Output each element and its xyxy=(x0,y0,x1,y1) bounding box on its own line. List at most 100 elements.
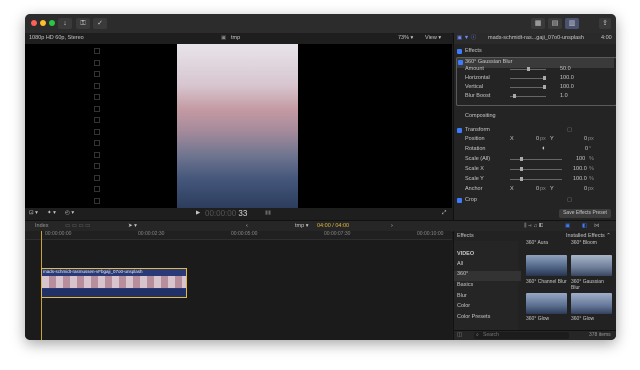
param-slider[interactable] xyxy=(510,78,546,79)
ruler-tick: 00:00:10:00 xyxy=(417,231,444,237)
view-menu[interactable]: View ▾ xyxy=(425,35,441,42)
video-inspector-icon[interactable]: ▣ ▼ ⓘ xyxy=(457,35,476,42)
category-item[interactable]: 360° xyxy=(454,271,521,281)
scale-y-slider[interactable] xyxy=(510,179,562,180)
param-value[interactable]: 100.0 xyxy=(560,84,574,91)
search-input[interactable]: ⌕ Search xyxy=(474,332,569,339)
scale-all-knob[interactable] xyxy=(520,157,523,161)
param-slider-knob[interactable] xyxy=(513,94,517,98)
back-arrow-icon[interactable]: ‹ xyxy=(246,223,248,230)
scale-x-slider[interactable] xyxy=(510,169,562,170)
inspector: ▣ ▼ ⓘ mads-schmidt-ras...gaji_07o0-unspl… xyxy=(453,33,616,220)
transitions-icon[interactable]: ⋈ xyxy=(594,223,600,230)
rotation-value[interactable]: 0 xyxy=(585,146,588,153)
forward-arrow-icon[interactable]: › xyxy=(391,223,393,230)
edit-buttons-icon[interactable]: ▭ ▭ ▭ ▭ xyxy=(65,223,90,230)
scale-all-slider[interactable] xyxy=(510,159,562,160)
items-count: 378 items xyxy=(589,332,611,338)
zoom-menu[interactable]: 73% ▾ xyxy=(398,35,413,42)
scale-y-knob[interactable] xyxy=(520,177,523,181)
timeline-ruler[interactable]: 00:00:00:00 00:00:02:30 00:00:05:00 00:0… xyxy=(25,231,452,240)
ruler-tick: 00:00:00:00 xyxy=(45,231,72,237)
scale-x-value[interactable]: 100.0 xyxy=(573,166,587,173)
installed-effects-label: Installed Effects xyxy=(566,233,605,239)
transform-tool-icon[interactable]: ⊡ ▾ xyxy=(29,210,38,217)
param-label: Blur Boost xyxy=(465,93,491,99)
inspector-icon[interactable]: ▥ xyxy=(565,18,579,29)
viewer[interactable] xyxy=(25,44,452,208)
anchor-y-value[interactable]: 0 xyxy=(584,186,587,193)
transform-onscreen-icon[interactable]: ▢ xyxy=(567,127,572,134)
checkmark-icon[interactable]: ✓ xyxy=(93,18,107,29)
crop-section[interactable]: Crop ▢ xyxy=(454,196,616,206)
rotation-dial-icon[interactable]: ◐ xyxy=(542,145,546,152)
position-x-value[interactable]: 0 xyxy=(536,136,539,143)
clip-appearance-icon[interactable]: ▣ xyxy=(565,223,570,230)
category-item[interactable]: All xyxy=(457,261,521,271)
crop-checkbox[interactable] xyxy=(457,198,462,203)
param-slider[interactable] xyxy=(510,87,546,88)
ruler-tick: 00:00:05:00 xyxy=(231,231,258,237)
effect-param-row[interactable]: Blur Boost 1.0 xyxy=(454,92,616,102)
installed-effects-menu[interactable]: Installed Effects ⌃ xyxy=(566,233,611,240)
anchor-x-value[interactable]: 0 xyxy=(536,186,539,193)
rotation-label: Rotation xyxy=(465,146,486,152)
transform-section[interactable]: Transform ▢ xyxy=(454,126,616,136)
titlebar: ↓ ⚿ ✓ ▦ ▤ ▥ ⇪ xyxy=(25,14,616,34)
enhance-icon[interactable]: ✦ ▾ xyxy=(47,210,56,217)
filmstrip-hole xyxy=(94,163,100,169)
category-item[interactable]: Color xyxy=(457,303,521,313)
timeline-clip[interactable]: mads-schmidt-rasmussen-vFbgaji_07o0-unsp… xyxy=(41,268,187,298)
effects-section[interactable]: Effects xyxy=(454,47,616,57)
filmstrip-hole xyxy=(94,140,100,146)
timeline[interactable]: 00:00:00:00 00:00:02:30 00:00:05:00 00:0… xyxy=(25,231,452,340)
param-label: Vertical xyxy=(465,84,484,90)
project-menu[interactable]: tmp ▾ xyxy=(295,223,308,230)
effects-browser-icon[interactable]: ◧ xyxy=(582,223,587,230)
share-icon[interactable]: ⇪ xyxy=(599,18,611,29)
effects-checkbox[interactable] xyxy=(457,49,462,54)
index-button[interactable]: Index xyxy=(35,223,48,230)
effect-thumb[interactable] xyxy=(526,255,567,276)
save-preset-button[interactable]: Save Effects Preset xyxy=(559,209,611,218)
clip-audio xyxy=(42,289,186,297)
speed-icon[interactable]: ◴ ▾ xyxy=(65,210,74,217)
param-slider-knob[interactable] xyxy=(526,67,530,71)
timeline-view-icons[interactable]: ⫼ ⊣ ♫ ◧ xyxy=(524,223,543,230)
compositing-label[interactable]: Compositing xyxy=(465,113,496,120)
fullscreen-icon[interactable]: ⤢ xyxy=(442,210,446,217)
param-value[interactable]: 100.0 xyxy=(560,75,574,82)
audio-meter-icon: ▮▮ xyxy=(265,210,272,216)
param-slider-knob[interactable] xyxy=(543,85,546,89)
category-item[interactable]: Color Presets xyxy=(457,314,521,324)
position-y-value[interactable]: 0 xyxy=(584,136,587,143)
play-button[interactable]: ▶ xyxy=(196,210,200,217)
position-x-unit: px xyxy=(540,136,546,142)
param-slider-knob[interactable] xyxy=(543,76,546,80)
sidebar-toggle-icon[interactable]: ◫ xyxy=(457,332,462,339)
import-icon[interactable]: ↓ xyxy=(58,18,72,29)
key-icon[interactable]: ⚿ xyxy=(76,18,90,29)
minimize-dot[interactable] xyxy=(40,20,46,26)
search-placeholder: Search xyxy=(483,332,499,338)
scale-all-unit: % xyxy=(589,156,594,162)
scale-all-value[interactable]: 100 xyxy=(576,156,585,163)
param-value[interactable]: 1.0 xyxy=(560,93,568,100)
param-value[interactable]: 50.0 xyxy=(560,66,571,73)
zoom-dot[interactable] xyxy=(49,20,55,26)
close-dot[interactable] xyxy=(31,20,37,26)
category-item[interactable]: Blur xyxy=(457,293,521,303)
select-tool-icon[interactable]: ➤ ▾ xyxy=(128,223,137,230)
scale-x-knob[interactable] xyxy=(520,167,523,171)
effect-thumb[interactable] xyxy=(571,293,612,314)
crop-onscreen-icon[interactable]: ▢ xyxy=(567,197,572,204)
grid-view-icon[interactable]: ▦ xyxy=(531,18,545,29)
effects-label: Effects xyxy=(465,48,482,54)
effect-thumb[interactable] xyxy=(571,255,612,276)
scale-y-value[interactable]: 100.0 xyxy=(573,176,587,183)
category-item[interactable]: Basics xyxy=(457,282,521,292)
browser-icon[interactable]: ▤ xyxy=(548,18,562,29)
transport-bar: ⊡ ▾ ✦ ▾ ◴ ▾ ▶ 00:00:00 33 ▮▮ ⤢ xyxy=(25,208,452,220)
transform-checkbox[interactable] xyxy=(457,128,462,133)
effect-thumb[interactable] xyxy=(526,293,567,314)
